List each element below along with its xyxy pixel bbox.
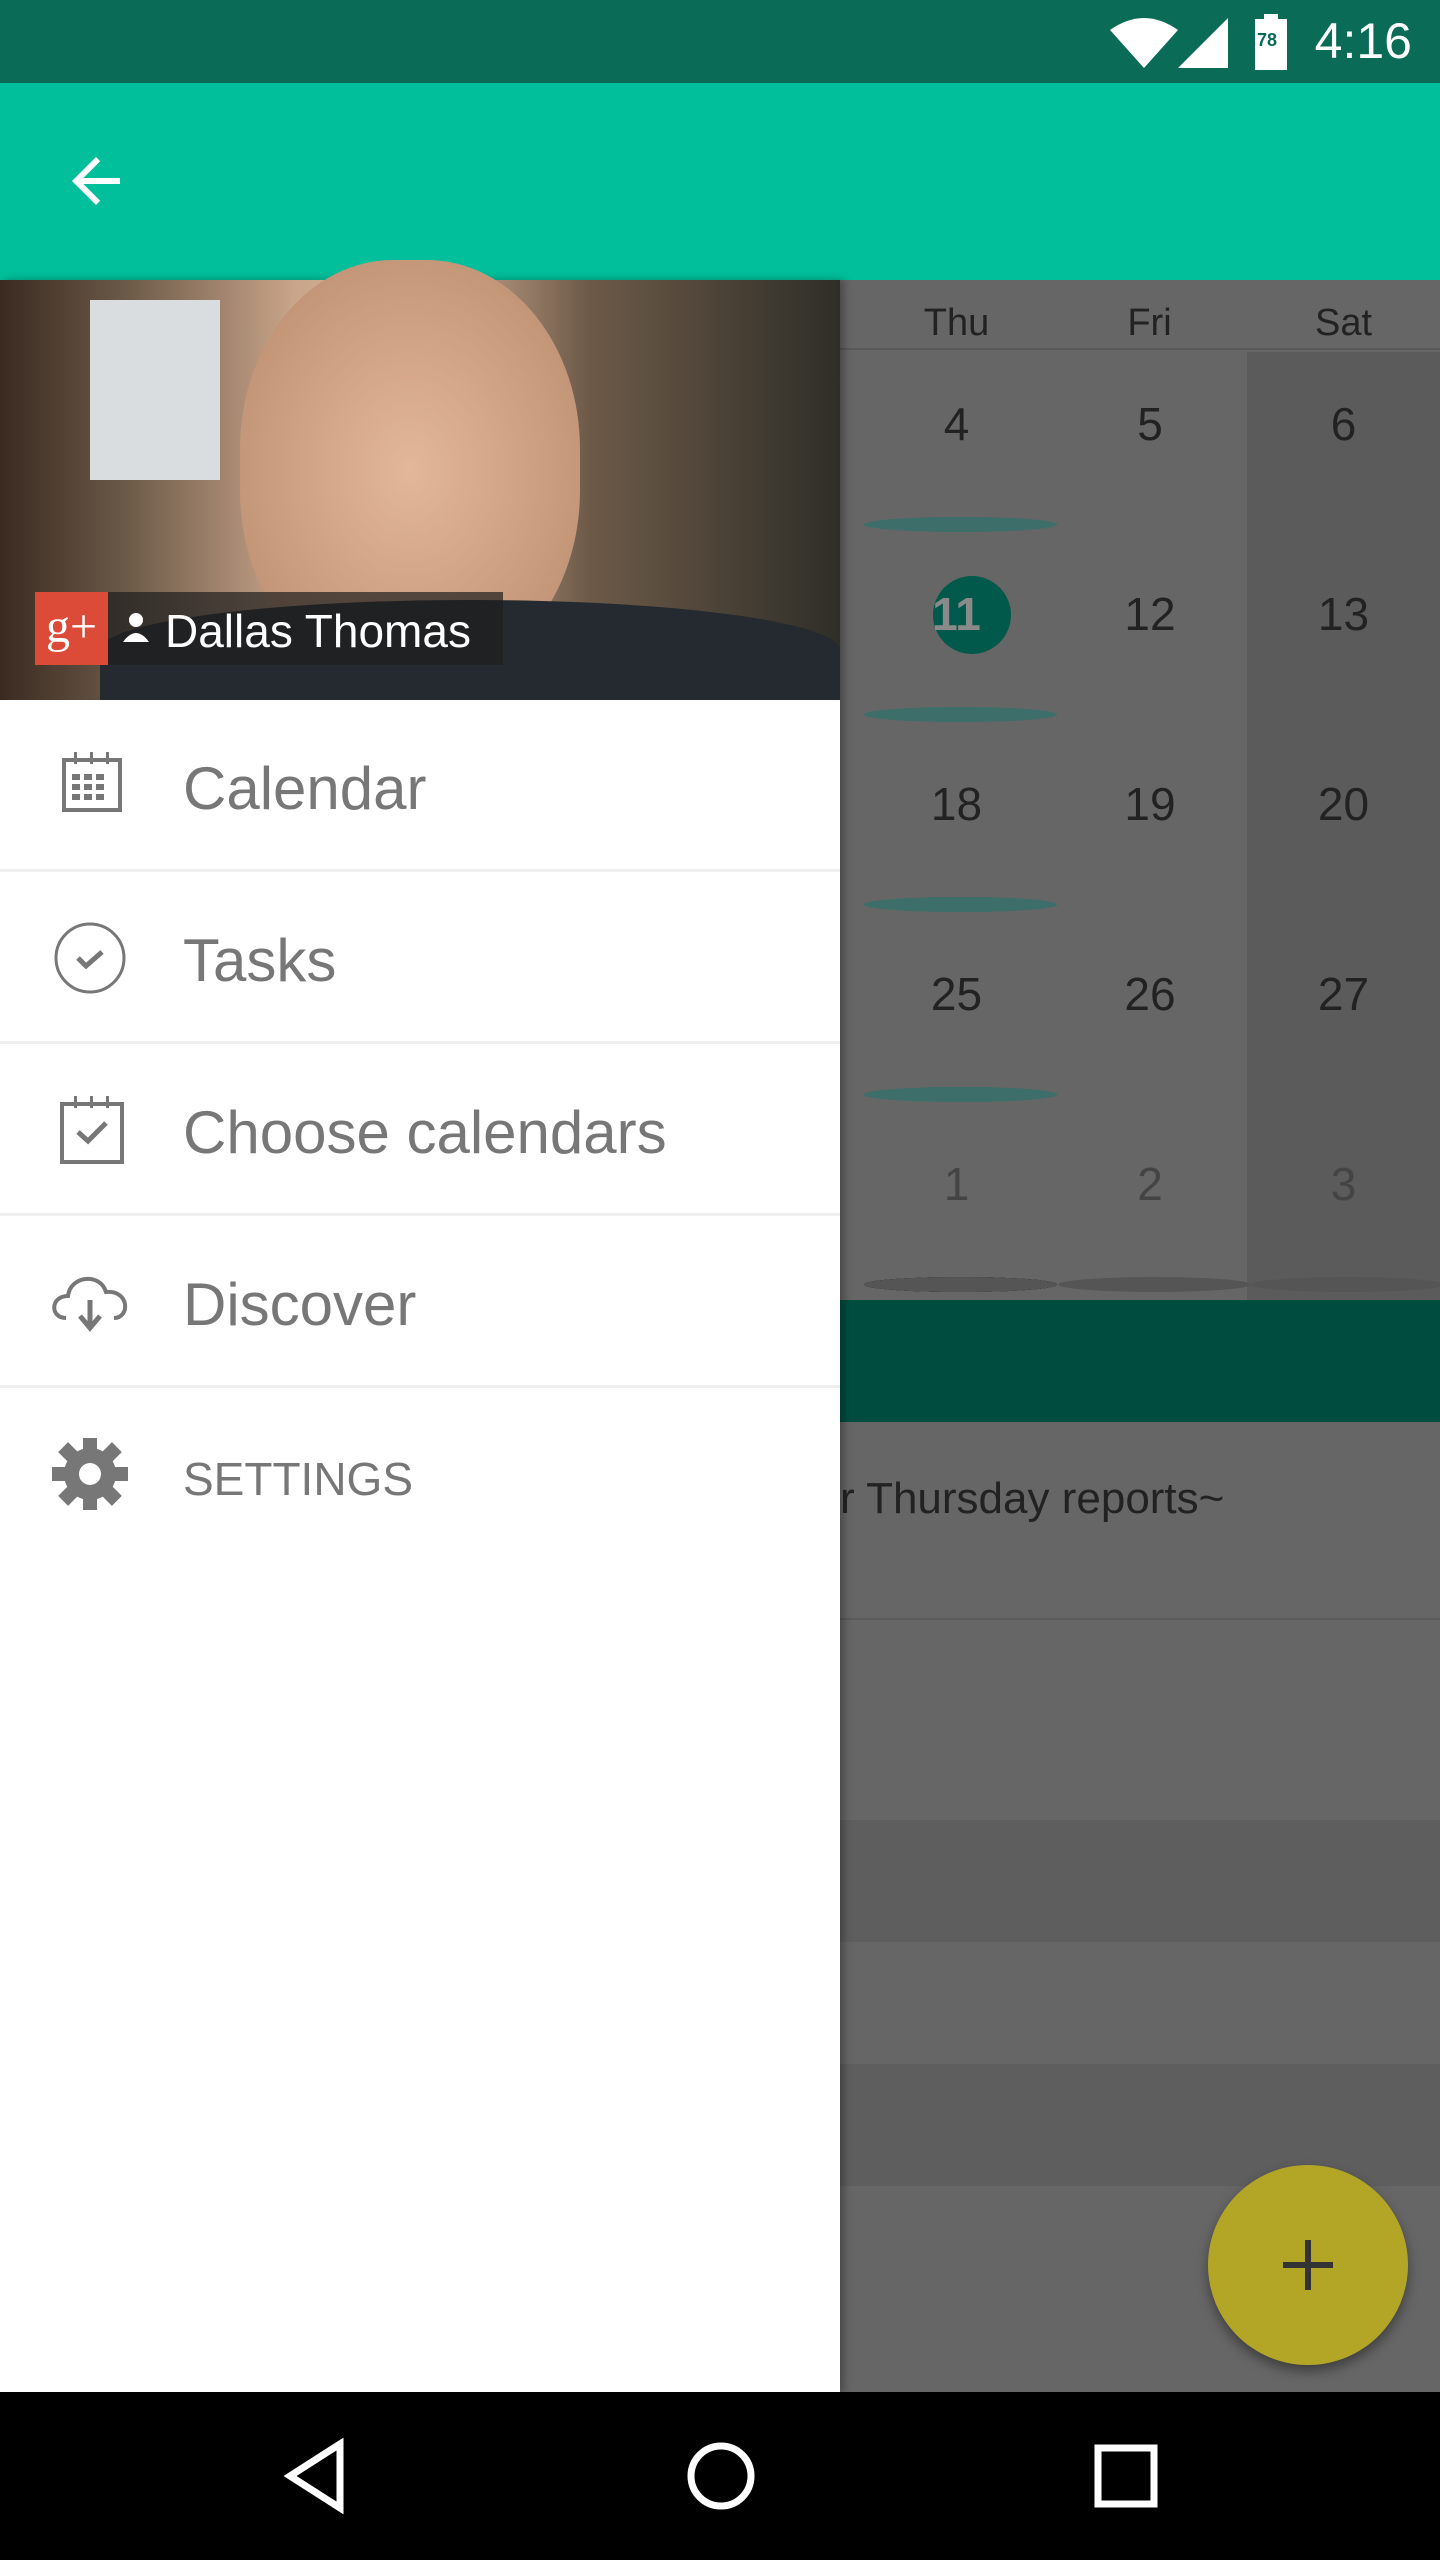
day-number: 13 (1317, 588, 1370, 640)
navigation-drawer: g+ Dallas Thomas Calendar Tasks Choose c… (0, 260, 840, 2392)
calendar-day[interactable]: 12 (1054, 542, 1247, 732)
day-sat: Sat (1314, 302, 1373, 344)
plus-icon (1283, 2240, 1333, 2290)
signal-icon (1178, 18, 1228, 68)
day-number: 27 (1317, 968, 1370, 1020)
day-number: 19 (1124, 778, 1176, 830)
day-number: 4 (943, 398, 970, 450)
calendar-day[interactable]: 3 (1247, 1112, 1440, 1302)
status-bar: 78 4:16 (0, 0, 1440, 83)
calendar-day[interactable]: 1 (860, 1112, 1057, 1302)
event-dot (1251, 1277, 1440, 1292)
drawer-item-choose-calendars[interactable]: Choose calendars (0, 1044, 840, 1216)
day-number: 3 (1330, 1158, 1357, 1210)
app-bar (0, 83, 1440, 280)
drawer-item-label: Choose calendars (183, 1099, 667, 1166)
event-title: r Thursday reports~ (840, 1474, 1225, 1523)
weekday-header: Thu Fri Sat (840, 280, 1440, 350)
system-nav-bar (0, 2392, 1440, 2560)
google-plus-logo: g+ (35, 592, 108, 665)
calendar-day[interactable]: 26 (1054, 922, 1247, 1112)
add-event-button[interactable] (1208, 2165, 1408, 2365)
selected-day-band (840, 1300, 1440, 1422)
calendar-day[interactable]: 2 (1054, 1112, 1251, 1302)
calendar-day[interactable]: 6 (1247, 352, 1440, 542)
drawer-item-label: Tasks (183, 927, 337, 994)
calendar-day[interactable]: 20 (1247, 732, 1440, 922)
day-number: 2 (1137, 1158, 1163, 1210)
person-icon (123, 613, 149, 642)
calendar-day[interactable]: 27 (1247, 922, 1440, 1112)
account-name: Dallas Thomas (165, 605, 471, 657)
day-number: 1 (943, 1158, 970, 1210)
day-number: 18 (930, 778, 983, 830)
event-dot (864, 1087, 1057, 1102)
day-number: 6 (1330, 398, 1357, 450)
calendar-day[interactable]: 19 (1054, 732, 1247, 922)
calendar-background: Thu Fri Sat 4 5 6 11 12 13 18 19 20 25 26 27 1 2 3 r T… (840, 280, 1440, 2392)
day-thu: Thu (923, 302, 990, 344)
home-nav-icon[interactable] (685, 2436, 757, 2516)
wifi-icon (1110, 18, 1178, 68)
calendar-day[interactable]: 11 (860, 542, 1057, 732)
drawer-item-tasks[interactable]: Tasks (0, 872, 840, 1044)
back-nav-icon[interactable] (280, 2436, 350, 2516)
day-number: 5 (1137, 398, 1163, 450)
drawer-item-label: Calendar (183, 755, 427, 822)
drawer-item-calendar[interactable]: Calendar (0, 700, 840, 872)
drawer-item-label: SETTINGS (183, 1453, 414, 1505)
clock: 4:16 (1314, 13, 1412, 69)
drawer-item-discover[interactable]: Discover (0, 1216, 840, 1388)
calendar-check-icon (60, 1096, 124, 1164)
profile-photo (90, 300, 220, 480)
calendar-icon (62, 752, 122, 812)
calendar-day[interactable]: 18 (860, 732, 1057, 922)
event-dot (864, 897, 1057, 912)
day-fri: Fri (1127, 302, 1172, 344)
check-circle-icon (54, 922, 126, 994)
calendar-day[interactable]: 5 (1054, 352, 1247, 542)
day-number: 26 (1124, 968, 1176, 1020)
event-dot (1057, 1277, 1251, 1292)
recents-nav-icon[interactable] (1090, 2436, 1162, 2516)
day-number: 20 (1317, 778, 1370, 830)
day-number: 25 (930, 968, 983, 1020)
calendar-day[interactable]: 4 (860, 352, 1057, 542)
event-item[interactable]: r Thursday reports~ (840, 1422, 1440, 1620)
event-dot (864, 1277, 1057, 1292)
cloud-download-icon (52, 1276, 128, 1332)
arrow-left-icon[interactable] (60, 145, 132, 217)
list-divider (840, 2064, 1440, 2186)
list-divider (840, 1820, 1440, 1942)
drawer-item-settings[interactable]: SETTINGS (0, 1388, 840, 1560)
account-name-bar: g+ Dallas Thomas (35, 592, 503, 665)
event-dot (864, 707, 1057, 722)
day-number: 11 (932, 588, 981, 640)
calendar-day[interactable]: 13 (1247, 542, 1440, 732)
gear-icon (52, 1438, 128, 1510)
account-header[interactable]: g+ Dallas Thomas (0, 260, 840, 700)
calendar-day[interactable]: 25 (860, 922, 1057, 1112)
event-dot (864, 517, 1057, 532)
drawer-item-label: Discover (183, 1271, 417, 1338)
day-number: 12 (1124, 588, 1176, 640)
battery-level: 78 (1257, 30, 1278, 50)
